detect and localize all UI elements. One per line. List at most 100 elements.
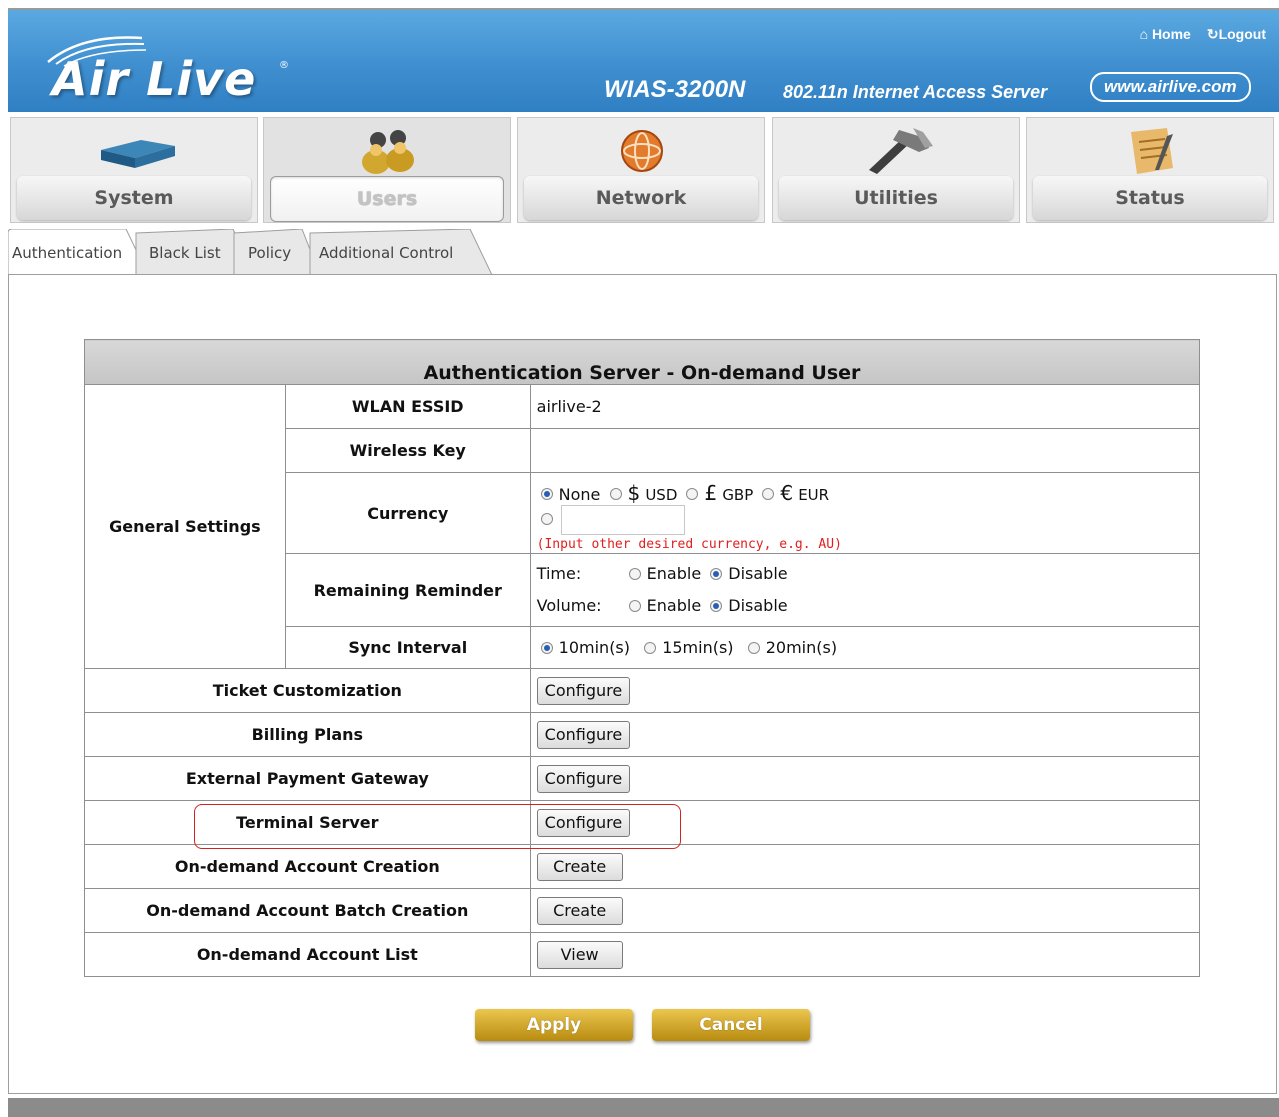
nav-utilities-label: Utilities [779, 176, 1013, 220]
nav-system-label: System [17, 176, 251, 220]
nav-status[interactable]: Status [1026, 117, 1274, 223]
app-header: Air Live ® ⌂ Home ↻Logout WIAS-3200N 802… [8, 8, 1279, 112]
registered-mark: ® [279, 60, 289, 71]
table-row: General Settings WLAN ESSID airlive-2 [84, 384, 1201, 669]
reminder-time-label: Time: [536, 564, 582, 583]
currency-gbp-label: GBP [722, 485, 754, 504]
home-icon: ⌂ [1139, 26, 1149, 42]
ticket-customization-configure-button[interactable]: Configure [536, 676, 631, 705]
tab-authentication[interactable]: Authentication [8, 229, 126, 273]
sub-tabs: Authentication Black List Policy Additio… [8, 229, 1278, 275]
wlan-essid-value: airlive-2 [529, 384, 1201, 429]
external-payment-gateway-label: External Payment Gateway [84, 756, 531, 801]
sync-20-label: 20min(s) [765, 638, 838, 657]
sync-15-label: 15min(s) [662, 638, 734, 657]
nav-network[interactable]: Network [517, 117, 765, 223]
account-list-label: On-demand Account List [84, 932, 531, 977]
account-creation-create-button[interactable]: Create [536, 852, 623, 881]
currency-usd-radio[interactable] [609, 488, 622, 500]
nav-system[interactable]: System [10, 117, 258, 223]
tab-policy-label: Policy [248, 244, 292, 262]
reminder-time-enable-radio[interactable] [628, 567, 641, 580]
remaining-reminder-cell: Time: Enable Disable Volume: Enable Disabl… [529, 553, 1201, 627]
table-title-row: Authentication Server - On-demand User [84, 339, 1200, 385]
main-nav: System Users Network Utilities Status [8, 117, 1278, 225]
wireless-key-label: Wireless Key [284, 428, 531, 473]
billing-plans-configure-button[interactable]: Configure [536, 720, 631, 749]
wlan-essid-label: WLAN ESSID [284, 384, 531, 429]
sync-10-radio[interactable] [540, 641, 553, 654]
globe-icon [621, 130, 663, 172]
header-links: ⌂ Home ↻Logout [1140, 26, 1266, 43]
table-row: Billing Plans Configure [84, 712, 1201, 757]
logout-link[interactable]: ↻Logout [1207, 26, 1266, 43]
reminder-volume-disable-radio[interactable] [710, 599, 723, 612]
website-badge[interactable]: www.airlive.com [1090, 72, 1251, 102]
batch-creation-create-button[interactable]: Create [536, 896, 623, 925]
tab-black-list-label: Black List [149, 244, 221, 262]
table-row: Ticket Customization Configure [84, 668, 1201, 713]
nav-status-label: Status [1033, 176, 1267, 220]
nav-network-label: Network [524, 176, 758, 220]
external-payment-gateway-configure-button[interactable]: Configure [536, 764, 631, 793]
billing-plans-label: Billing Plans [84, 712, 531, 757]
terminal-server-highlight [194, 804, 681, 849]
wireless-key-value [529, 428, 1201, 473]
sync-interval-cell: 10min(s) 15min(s) 20min(s) [529, 626, 1201, 669]
reminder-volume-enable-radio[interactable] [628, 599, 641, 612]
currency-other-input[interactable] [560, 504, 685, 535]
dollar-icon: $ [627, 480, 641, 505]
tab-policy[interactable]: Policy [244, 229, 295, 273]
currency-eur-label: EUR [798, 485, 830, 504]
home-link[interactable]: ⌂ Home [1140, 26, 1191, 43]
reminder-time-disable-radio[interactable] [710, 567, 723, 580]
tab-additional-control[interactable]: Additional Control [315, 229, 457, 273]
notepad-icon [1131, 128, 1173, 174]
auth-settings-table: Authentication Server - On-demand User G… [84, 339, 1201, 977]
currency-label: Currency [284, 472, 531, 554]
logout-label: Logout [1218, 26, 1266, 42]
sync-interval-label: Sync Interval [284, 626, 531, 669]
sync-20-radio[interactable] [747, 641, 760, 654]
table-row: External Payment Gateway Configure [84, 756, 1201, 801]
currency-none-radio[interactable] [540, 488, 553, 500]
table-row: On-demand Account Creation Create [84, 844, 1201, 889]
sync-15-radio[interactable] [644, 641, 657, 654]
currency-other-radio[interactable] [540, 512, 553, 525]
nav-users[interactable]: Users [263, 117, 511, 223]
table-title: Authentication Server - On-demand User [84, 339, 1200, 385]
reminder-volume-disable-label: Disable [728, 596, 788, 615]
reminder-volume-enable-label: Enable [646, 596, 702, 615]
account-creation-label: On-demand Account Creation [84, 844, 531, 889]
currency-none-label: None [558, 484, 601, 504]
nav-utilities[interactable]: Utilities [772, 117, 1020, 223]
cancel-button[interactable]: Cancel [652, 1009, 810, 1041]
currency-cell: None $ USD £ GBP € EUR (Input other desi… [529, 472, 1201, 554]
currency-eur-radio[interactable] [762, 488, 775, 500]
currency-gbp-radio[interactable] [686, 488, 699, 500]
nav-users-label: Users [270, 176, 504, 222]
tab-additional-control-label: Additional Control [319, 244, 454, 262]
currency-usd-label: USD [645, 485, 678, 504]
reminder-time-enable-label: Enable [646, 564, 702, 583]
footer-bar [8, 1098, 1279, 1117]
account-list-view-button[interactable]: View [536, 940, 623, 969]
tab-authentication-label: Authentication [12, 244, 123, 262]
general-settings-label: General Settings [84, 384, 286, 669]
currency-options: None $ USD £ GBP € EUR [537, 481, 1199, 505]
tab-black-list[interactable]: Black List [145, 229, 225, 273]
batch-creation-label: On-demand Account Batch Creation [84, 888, 531, 933]
pound-icon: £ [704, 480, 718, 505]
hammer-icon [869, 128, 933, 174]
sync-10-label: 10min(s) [558, 638, 631, 657]
reminder-volume-line: Volume: Enable Disable [537, 590, 1199, 622]
currency-hint: (Input other desired currency, e.g. AU) [536, 536, 842, 552]
apply-button[interactable]: Apply [475, 1009, 633, 1041]
euro-icon: € [780, 480, 794, 505]
remaining-reminder-label: Remaining Reminder [284, 553, 531, 627]
brand-logo: Air Live [52, 52, 257, 106]
reminder-time-disable-label: Disable [728, 564, 788, 583]
product-description: 802.11n Internet Access Server [783, 82, 1048, 102]
table-row: On-demand Account Batch Creation Create [84, 888, 1201, 933]
currency-other-line [537, 504, 1199, 535]
